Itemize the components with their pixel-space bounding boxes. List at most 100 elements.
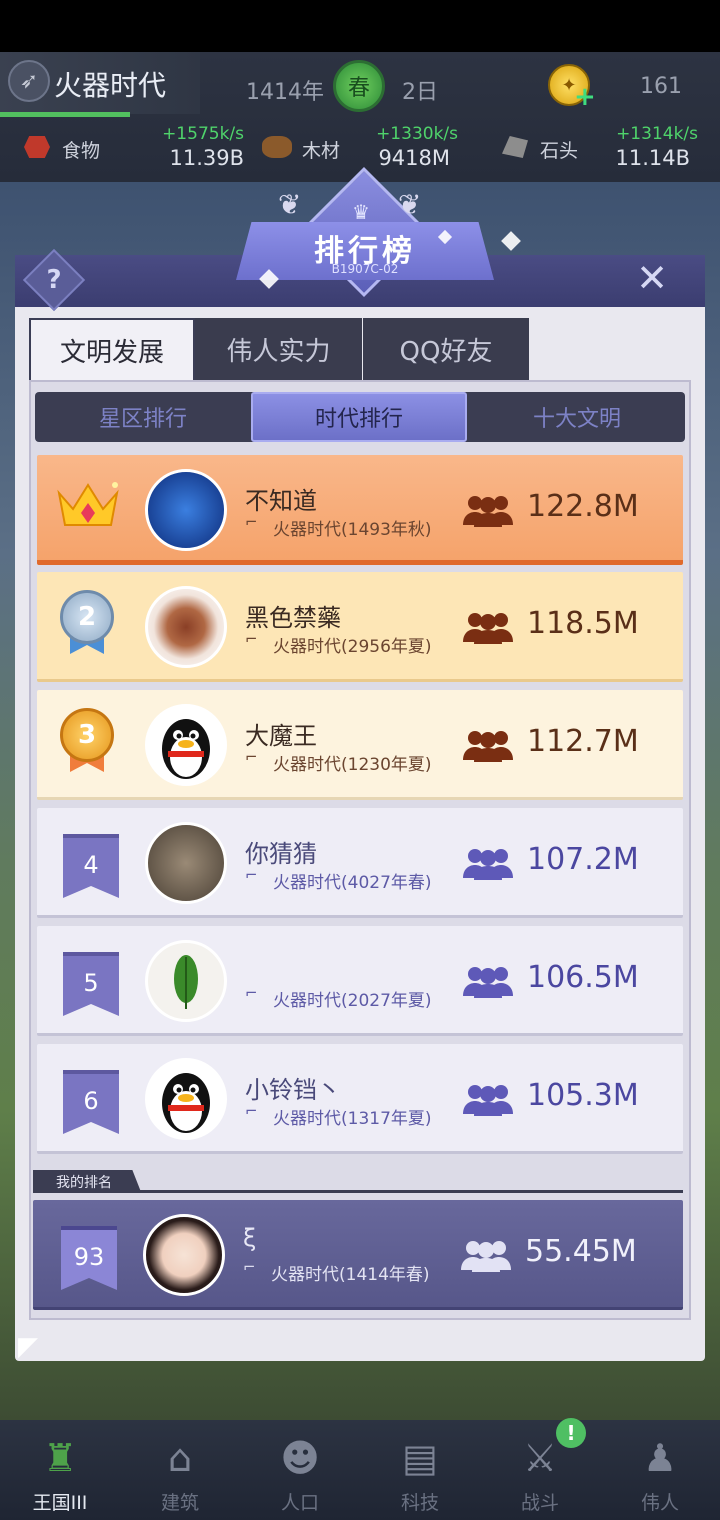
alert-badge: !: [556, 1418, 586, 1448]
wood-icon: [262, 136, 292, 158]
avatar[interactable]: [145, 586, 227, 668]
nav-label: 建筑: [160, 1492, 199, 1514]
game-hud: ➶ 火器时代 1414年 春 2日 ✦ + 161 食物 +1575k/s 11…: [0, 52, 720, 182]
musket-icon: ⌐: [245, 1102, 258, 1120]
tab-star-region[interactable]: 星区排行: [35, 392, 251, 442]
population-icon: [461, 610, 515, 644]
player-name: ξ: [243, 1224, 257, 1252]
player-power: 106.5M: [527, 960, 639, 995]
avatar[interactable]: [145, 822, 227, 904]
player-name: 不知道: [245, 487, 317, 515]
rank-banner: 5: [63, 956, 119, 1016]
penguin-icon: [162, 719, 210, 779]
nav-population[interactable]: ☻ 人口: [240, 1420, 360, 1520]
avatar[interactable]: [145, 704, 227, 786]
house-icon: ⌂: [167, 1436, 193, 1480]
day-text: 2日: [402, 80, 438, 105]
penguin-icon: [162, 1073, 210, 1133]
ranking-row[interactable]: 2 黑色禁藥 ⌐ 火器时代(2956年夏) 118.5M: [37, 572, 683, 682]
season-badge: 春: [333, 60, 385, 112]
player-power: 112.7M: [527, 724, 639, 759]
crown-rank-icon: [55, 479, 121, 531]
musket-icon: ⌐: [245, 630, 258, 648]
musket-icon: ⌐: [245, 984, 258, 1002]
resource-amount: 11.39B: [169, 146, 244, 170]
year-text: 1414年: [246, 80, 324, 105]
player-name: 你猜猜: [245, 840, 317, 868]
food-icon: [24, 136, 50, 158]
crown-icon: ♛: [352, 200, 370, 224]
castle-icon: ♜: [42, 1436, 78, 1480]
population-icon: [461, 493, 515, 527]
era-name: 火器时代: [54, 69, 167, 102]
nav-great-people[interactable]: ♟ 伟人: [600, 1420, 720, 1520]
help-icon[interactable]: ?: [32, 258, 76, 302]
ranking-row[interactable]: 5 ⌐ 火器时代(2027年夏) 106.5M: [37, 926, 683, 1036]
player-era: 火器时代(4027年春): [273, 873, 432, 893]
resource-name: 食物: [62, 140, 101, 162]
nav-label: 王国III: [32, 1492, 88, 1514]
player-era: 火器时代(1317年夏): [273, 1109, 432, 1129]
musket-icon: ⌐: [245, 866, 258, 884]
tab-top-ten[interactable]: 十大文明: [469, 392, 685, 442]
my-ranking-row[interactable]: 93 ξ ⌐ 火器时代(1414年春) 55.45M: [33, 1200, 683, 1310]
population-icon: [461, 846, 515, 880]
corner-arrow-icon: ◤: [18, 1332, 38, 1362]
nav-kingdom[interactable]: ♜ 王国III: [0, 1420, 120, 1520]
ranking-row[interactable]: 6 小铃铛丶 ⌐ 火器时代(1317年夏) 105.3M: [37, 1044, 683, 1154]
avatar[interactable]: [145, 469, 227, 551]
laurel-left-icon: ❦: [278, 188, 302, 221]
musket-icon: ⌐: [243, 1258, 256, 1276]
nav-technology[interactable]: ▤ 科技: [360, 1420, 480, 1520]
tab-great-people[interactable]: 伟人实力: [195, 318, 362, 380]
rank-banner: 6: [63, 1074, 119, 1134]
player-era: 火器时代(1493年秋): [273, 520, 432, 540]
coin-count: 161: [640, 74, 682, 99]
resource-amount: 11.14B: [615, 146, 690, 170]
avatar[interactable]: [145, 1058, 227, 1140]
status-bar: [0, 0, 720, 52]
divider: [33, 1190, 683, 1193]
laurel-right-icon: ❦: [398, 188, 422, 221]
resource-amount: 9418M: [378, 146, 450, 170]
bronze-medal: 3: [60, 708, 114, 762]
player-era: 火器时代(1414年春): [271, 1265, 430, 1285]
close-icon[interactable]: ✕: [632, 258, 672, 298]
tab-civilization[interactable]: 文明发展: [29, 318, 195, 380]
avatar[interactable]: [143, 1214, 225, 1296]
book-icon: ▤: [402, 1436, 438, 1480]
player-name: 大魔王: [245, 722, 317, 750]
nav-buildings[interactable]: ⌂ 建筑: [120, 1420, 240, 1520]
player-era: 火器时代(2027年夏): [273, 991, 432, 1011]
my-rank-label: 我的排名: [56, 1175, 112, 1191]
era-box[interactable]: ➶ 火器时代: [0, 52, 200, 117]
player-power: 55.45M: [525, 1234, 637, 1269]
resource-rate: +1575k/s: [162, 124, 244, 144]
stone-icon: [502, 136, 528, 158]
nav-label: 伟人: [640, 1492, 679, 1514]
avatar[interactable]: [145, 940, 227, 1022]
nav-label: 科技: [400, 1492, 439, 1514]
player-name: 黑色禁藥: [245, 604, 341, 632]
rank-banner: 4: [63, 838, 119, 898]
ranking-row[interactable]: 不知道 ⌐ 火器时代(1493年秋) 122.8M: [37, 455, 683, 565]
population-icon: [461, 964, 515, 998]
person-icon: ☻: [280, 1436, 320, 1480]
resource-rate: +1330k/s: [376, 124, 458, 144]
tab-era-ranking[interactable]: 时代排行: [251, 392, 467, 442]
tab-qq-friends[interactable]: QQ好友: [363, 318, 529, 380]
musket-icon: ⌐: [245, 748, 258, 766]
nav-label: 人口: [280, 1492, 319, 1514]
resource-rate: +1314k/s: [616, 124, 698, 144]
ranking-row[interactable]: 3 大魔王 ⌐ 火器时代(1230年夏) 112.7M: [37, 690, 683, 800]
player-power: 118.5M: [527, 606, 639, 641]
population-icon: [461, 1082, 515, 1116]
population-icon: [459, 1238, 513, 1272]
ranking-row[interactable]: 4 你猜猜 ⌐ 火器时代(4027年春) 107.2M: [37, 808, 683, 918]
player-name: 小铃铛丶: [245, 1076, 341, 1104]
player-era: 火器时代(2956年夏): [273, 637, 432, 657]
population-icon: [461, 728, 515, 762]
leaf-icon: [174, 955, 198, 1009]
rank-banner: 93: [61, 1230, 117, 1290]
add-coin-icon[interactable]: +: [574, 84, 596, 110]
